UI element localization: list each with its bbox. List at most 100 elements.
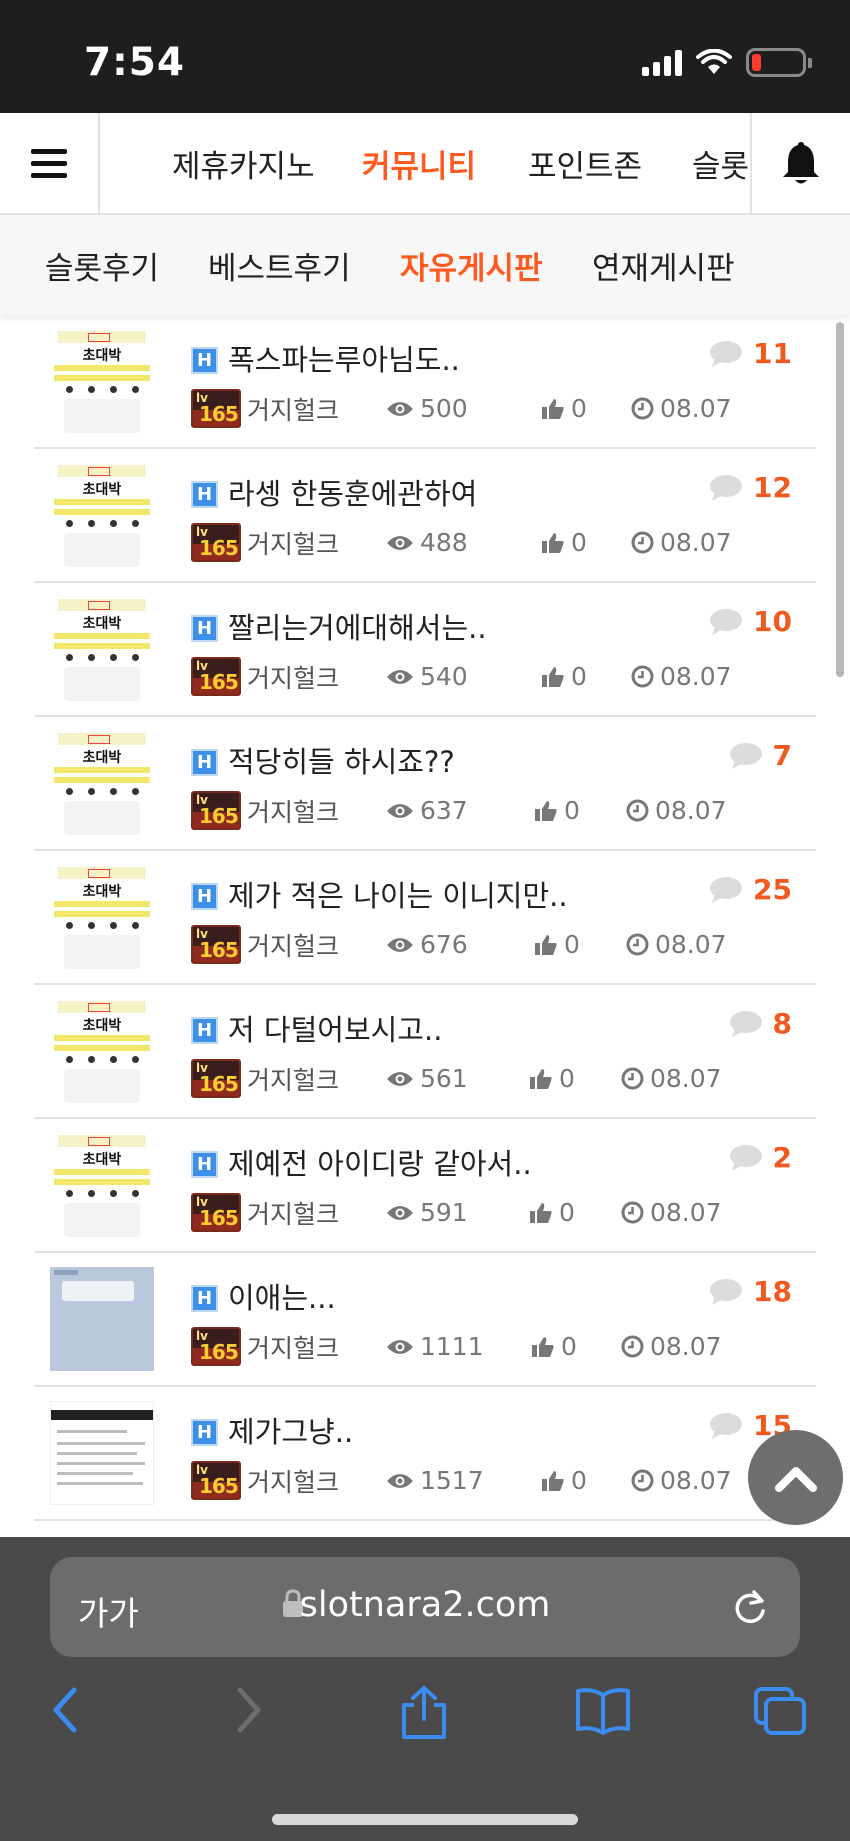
clock-icon <box>626 933 649 956</box>
cellular-signal-icon <box>642 49 682 76</box>
status-icons <box>642 48 812 77</box>
post-title[interactable]: 저 다털어보시고.. <box>228 1007 442 1049</box>
home-indicator[interactable] <box>272 1814 578 1825</box>
post-title[interactable]: 라셍 한동훈에관하여 <box>228 471 477 513</box>
post-thumbnail[interactable] <box>50 1401 154 1505</box>
post-title[interactable]: 적당히들 하시죠?? <box>228 739 455 781</box>
scroll-to-top-button[interactable] <box>748 1430 843 1525</box>
post-list-item[interactable]: 초대박 H 적당히들 하시죠?? 7 lv 165 거지헐크 637 0 08.… <box>34 717 816 851</box>
author-name[interactable]: 거지헐크 <box>247 391 339 427</box>
eye-icon <box>387 1205 413 1220</box>
like-count: 0 <box>541 1466 587 1495</box>
page-scrollbar[interactable] <box>836 322 844 677</box>
notification-bell-icon[interactable] <box>750 113 850 213</box>
wifi-icon <box>696 49 732 74</box>
thumbs-up-icon <box>542 532 564 553</box>
author-name[interactable]: 거지헐크 <box>247 927 339 963</box>
post-list-item[interactable]: H 이애는... 18 lv 165 거지헐크 1111 0 08.07 <box>34 1253 816 1387</box>
post-date: 08.07 <box>631 662 732 691</box>
post-thumbnail[interactable]: 초대박 <box>50 865 154 969</box>
eye-icon <box>387 535 413 550</box>
post-list-item[interactable]: 초대박 H 제예전 아이디랑 같아서.. 2 lv 165 거지헐크 591 0… <box>34 1119 816 1253</box>
post-list-item[interactable]: 초대박 H 저 다털어보시고.. 8 lv 165 거지헐크 561 0 08.… <box>34 985 816 1119</box>
tabs-icon[interactable] <box>752 1685 808 1737</box>
comment-count: 10 <box>709 605 792 638</box>
like-count: 0 <box>529 1198 575 1227</box>
post-thumbnail[interactable]: 초대박 <box>50 597 154 701</box>
post-thumbnail[interactable]: 초대박 <box>50 463 154 567</box>
post-thumbnail[interactable]: 초대박 <box>50 999 154 1103</box>
status-time: 7:54 <box>84 40 186 85</box>
post-thumbnail[interactable] <box>50 1267 154 1371</box>
post-meta: lv 165 거지헐크 591 0 08.07 <box>191 1193 722 1232</box>
post-title[interactable]: 제예전 아이디랑 같아서.. <box>228 1141 532 1183</box>
like-count: 0 <box>541 528 587 557</box>
author-name[interactable]: 거지헐크 <box>247 1195 339 1231</box>
poster-title: 초대박 <box>82 348 122 364</box>
like-count: 0 <box>534 796 580 825</box>
nav-tab-slot[interactable]: 슬롯 <box>692 141 748 186</box>
post-title[interactable]: 폭스파는루아님도.. <box>228 337 460 379</box>
post-title-row[interactable]: H 제가 적은 나이는 이니지만.. <box>191 873 568 915</box>
hamburger-menu-icon[interactable] <box>0 113 100 213</box>
speech-bubble-icon <box>729 1144 762 1171</box>
post-meta: lv 165 거지헐크 540 0 08.07 <box>191 657 732 696</box>
post-date: 08.07 <box>621 1064 722 1093</box>
post-meta: lv 165 거지헐크 637 0 08.07 <box>191 791 727 830</box>
view-count: 591 <box>386 1198 468 1227</box>
back-arrow-icon[interactable] <box>48 1685 82 1735</box>
post-title-row[interactable]: H 라셍 한동훈에관하여 <box>191 471 477 513</box>
post-title[interactable]: 제가 적은 나이는 이니지만.. <box>228 873 568 915</box>
post-list-item[interactable]: H 제가그냥.. 15 lv 165 거지헐크 1517 0 08.07 <box>34 1387 816 1521</box>
post-thumbnail[interactable]: 초대박 <box>50 329 154 433</box>
post-title[interactable]: 짤리는거에대해서는.. <box>228 605 487 647</box>
post-date: 08.07 <box>626 930 727 959</box>
post-title[interactable]: 제가그냥.. <box>228 1409 353 1451</box>
post-list-item[interactable]: 초대박 H 제가 적은 나이는 이니지만.. 25 lv 165 거지헐크 676 <box>34 851 816 985</box>
author-name[interactable]: 거지헐크 <box>247 1061 339 1097</box>
post-title-row[interactable]: H 폭스파는루아님도.. <box>191 337 460 379</box>
browser-toolbar <box>0 1677 850 1767</box>
top-nav: 제휴카지노 커뮤니티 포인트존 슬롯 <box>0 113 850 215</box>
author-name[interactable]: 거지헐크 <box>247 525 339 561</box>
sub-tab-serial-board[interactable]: 연재게시판 <box>592 243 735 288</box>
address-bar[interactable]: 가가 slotnara2.com <box>50 1557 800 1657</box>
post-title[interactable]: 이애는... <box>228 1275 336 1317</box>
post-title-row[interactable]: H 이애는... <box>191 1275 336 1317</box>
post-thumbnail[interactable]: 초대박 <box>50 1133 154 1237</box>
post-title-row[interactable]: H 짤리는거에대해서는.. <box>191 605 487 647</box>
view-count: 676 <box>386 930 468 959</box>
sub-tab-free-board[interactable]: 자유게시판 <box>400 243 543 288</box>
author-name[interactable]: 거지헐크 <box>247 1463 339 1499</box>
post-thumbnail[interactable]: 초대박 <box>50 731 154 835</box>
post-title-row[interactable]: H 저 다털어보시고.. <box>191 1007 442 1049</box>
author-name[interactable]: 거지헐크 <box>247 793 339 829</box>
post-list-item[interactable]: 초대박 H 폭스파는루아님도.. 11 lv 165 거지헐크 500 0 08… <box>34 315 816 449</box>
clock-icon <box>631 397 654 420</box>
comment-count: 18 <box>709 1275 792 1308</box>
level-badge: lv 165 <box>191 523 241 562</box>
sub-tab-best-review[interactable]: 베스트후기 <box>208 243 351 288</box>
url-text[interactable]: slotnara2.com <box>50 1585 800 1625</box>
bookmarks-icon[interactable] <box>574 1685 632 1735</box>
nav-tab-partner-casino[interactable]: 제휴카지노 <box>172 141 315 186</box>
reload-icon[interactable] <box>730 1587 770 1627</box>
author-name[interactable]: 거지헐크 <box>247 659 339 695</box>
forward-arrow-icon[interactable] <box>232 1685 266 1735</box>
post-title-row[interactable]: H 제가그냥.. <box>191 1409 353 1451</box>
post-list-item[interactable]: 초대박 H 짤리는거에대해서는.. 10 lv 165 거지헐크 540 0 0… <box>34 583 816 717</box>
speech-bubble-icon <box>710 876 743 903</box>
nav-tab-point-zone[interactable]: 포인트존 <box>528 141 642 186</box>
post-title-row[interactable]: H 제예전 아이디랑 같아서.. <box>191 1141 532 1183</box>
author-name[interactable]: 거지헐크 <box>247 1329 339 1365</box>
comment-count: 11 <box>709 337 792 370</box>
nav-tab-community[interactable]: 커뮤니티 <box>362 141 476 186</box>
level-badge: lv 165 <box>191 791 241 830</box>
post-list-item[interactable]: 초대박 H 라셍 한동훈에관하여 12 lv 165 거지헐크 488 0 08… <box>34 449 816 583</box>
share-icon[interactable] <box>398 1685 450 1741</box>
hot-badge-icon: H <box>191 614 218 642</box>
post-title-row[interactable]: H 적당히들 하시죠?? <box>191 739 455 781</box>
sub-tab-slot-review[interactable]: 슬롯후기 <box>45 243 159 288</box>
clock-icon <box>631 531 654 554</box>
poster-title: 초대박 <box>82 482 122 498</box>
